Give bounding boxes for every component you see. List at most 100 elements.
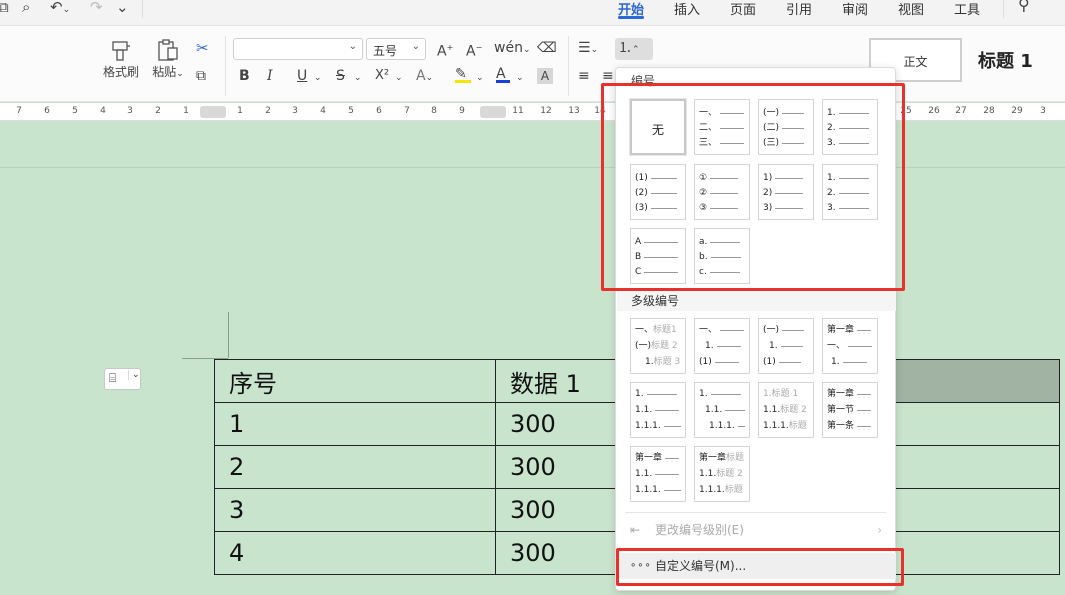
multilevel-sample-text: 标题 3 [788, 421, 809, 431]
multilevel-option[interactable]: 1.标题 1 1.1.标题 2 1.1.1.标题 3 [758, 382, 814, 438]
tab-tools[interactable]: 工具 [954, 0, 980, 18]
phonetic-guide-icon[interactable]: wén⌄ [494, 40, 530, 58]
paste-button[interactable]: 粘贴⌄ [146, 38, 190, 82]
bold-button[interactable]: B [239, 68, 250, 84]
ruler-number: 2 [265, 106, 271, 116]
more-options-icon: ∘∘∘ [630, 560, 652, 571]
table-cell[interactable]: 300 [495, 488, 618, 532]
chevron-down-icon: ⌄ [348, 41, 357, 52]
paste-label: 粘贴 [152, 65, 177, 79]
style-heading1[interactable]: 标题 1 [964, 38, 1065, 82]
multilevel-marker: 1. [705, 341, 714, 351]
multilevel-marker: (一) [763, 325, 780, 335]
copy-icon[interactable]: ⧉ [196, 68, 206, 84]
ribbon-separator [568, 36, 569, 96]
table-cell[interactable]: 4 [214, 531, 496, 575]
numbering-marker: 3) [763, 203, 773, 213]
numbering-option[interactable]: 1. 2. 3. [822, 99, 878, 155]
ruler-number: 11 [512, 106, 524, 116]
font-color-icon[interactable]: A [496, 66, 510, 83]
undo-icon[interactable]: ↶⌄ [50, 0, 70, 16]
custom-numbering-item[interactable]: ∘∘∘ 自定义编号(M)... [617, 553, 896, 579]
numbering-option[interactable]: (一) (二) (三) [758, 99, 814, 155]
grow-font-icon[interactable]: A+ [437, 40, 453, 60]
multilevel-option[interactable]: 第一章 一、 1. [822, 318, 878, 374]
font-size-select[interactable]: 五号 ⌄ [366, 38, 426, 60]
numbering-marker: ② [699, 188, 708, 198]
multilevel-marker: 一、 [827, 341, 846, 351]
multilevel-option[interactable]: 一、 1. (1) [694, 318, 750, 374]
multilevel-option[interactable]: 第一章 1.1. 1.1.1. [630, 446, 686, 502]
table-cell[interactable]: 2 [214, 445, 496, 489]
multilevel-marker: 第一章 [635, 453, 663, 463]
multilevel-marker: (一) [635, 341, 652, 351]
multilevel-marker: 1.1.1. [763, 421, 789, 431]
ruler-left-margin [200, 106, 226, 118]
text-effect-icon[interactable]: A⌄ [416, 68, 433, 86]
multilevel-option[interactable]: 1. 1.1. 1.1.1. [694, 382, 750, 438]
underline-button[interactable]: U [297, 68, 307, 84]
tab-view[interactable]: 视图 [898, 0, 924, 18]
search-icon[interactable]: ⚲ [1018, 0, 1030, 14]
align-left-icon[interactable]: ≡ [578, 68, 590, 84]
format-painter-button[interactable]: 格式刷 [99, 38, 143, 80]
multilevel-option[interactable]: 一、标题1 (一)标题 2 1.标题 3 [630, 318, 686, 374]
numbered-list-button[interactable]: ⒈⌃ [615, 38, 653, 60]
cut-icon[interactable]: ✂ [196, 40, 209, 56]
numbering-none-option[interactable]: 无 [630, 99, 686, 155]
numbering-option[interactable]: ① ② ③ [694, 164, 750, 220]
table-cell[interactable]: 300 [495, 402, 618, 446]
menu-divider [625, 548, 886, 549]
numbering-option[interactable]: 1) 2) 3) [758, 164, 814, 220]
align-center-icon[interactable]: ≡ [602, 68, 614, 84]
numbering-option[interactable]: A B C [630, 228, 686, 284]
bullet-list-icon[interactable]: ☰⌄ [578, 40, 598, 58]
font-name-select[interactable]: ⌄ [233, 38, 363, 60]
table-cell[interactable]: 数据 1 [495, 359, 618, 403]
multilevel-option[interactable]: (一) 1. (1) [758, 318, 814, 374]
numbering-option[interactable]: 一、 二、 三、 [694, 99, 750, 155]
table-cell[interactable]: 3 [214, 488, 496, 532]
multilevel-option[interactable]: 1. 1.1. 1.1.1. [630, 382, 686, 438]
highlight-icon[interactable]: ✎ [455, 66, 471, 83]
character-shading-icon[interactable]: A [537, 68, 553, 84]
redo-icon[interactable]: ↷ [90, 0, 103, 16]
tab-references[interactable]: 引用 [786, 0, 812, 18]
numbering-option[interactable]: (1) (2) (3) [630, 164, 686, 220]
print-preview-icon[interactable]: ⌕ [22, 0, 30, 16]
clear-format-icon[interactable]: ⌫ [537, 40, 557, 56]
shrink-font-icon[interactable]: A− [466, 40, 482, 60]
table-cell[interactable]: 序号 [214, 359, 496, 403]
chevron-down-icon[interactable]: ⌄ [354, 70, 362, 86]
find-replace-icon[interactable]: ⧉ [0, 0, 9, 16]
chevron-down-icon[interactable]: ⌄ [476, 70, 484, 86]
numbering-option[interactable]: 1. 2. 3. [822, 164, 878, 220]
chevron-down-icon[interactable]: ⌄ [516, 70, 524, 86]
multilevel-option[interactable]: 第一章标题1 1.1.标题 2 1.1.1.标题 3 [694, 446, 750, 502]
tab-page[interactable]: 页面 [730, 0, 756, 18]
strikethrough-button[interactable]: S [336, 68, 345, 84]
multilevel-marker: 1.1.1. [635, 485, 661, 495]
tab-insert[interactable]: 插入 [674, 0, 700, 18]
superscript-button[interactable]: X² [375, 68, 389, 84]
tab-review[interactable]: 审阅 [842, 0, 868, 18]
tab-home[interactable]: 开始 [618, 0, 645, 19]
chevron-down-icon: ⌄ [411, 41, 420, 52]
multilevel-option[interactable]: 第一章 第一节 第一条 [822, 382, 878, 438]
horizontal-ruler[interactable]: 7 6 5 4 3 2 1 1 2 3 4 5 6 7 8 9 11 12 13… [0, 103, 1065, 121]
numbering-marker: (3) [635, 203, 648, 213]
more-icon[interactable]: ⌄ [116, 0, 129, 16]
multilevel-marker: 1. [645, 357, 654, 367]
table-properties-handle[interactable]: ⌸ ⌄ [104, 368, 141, 390]
ruler-number: 1 [183, 106, 189, 116]
table-cell[interactable]: 300 [495, 531, 618, 575]
change-numbering-level-item[interactable]: ⇤ 更改编号级别(E) › [617, 517, 896, 543]
chevron-down-icon[interactable]: ⌄ [395, 70, 403, 86]
italic-button[interactable]: I [267, 68, 273, 84]
table-cell[interactable]: 1 [214, 402, 496, 446]
table-cell[interactable]: 300 [495, 445, 618, 489]
numbering-marker: ③ [699, 203, 708, 213]
numbering-option[interactable]: a. b. c. [694, 228, 750, 284]
chevron-down-icon[interactable]: ⌄ [314, 70, 322, 86]
numbering-marker: 三、 [699, 138, 718, 148]
